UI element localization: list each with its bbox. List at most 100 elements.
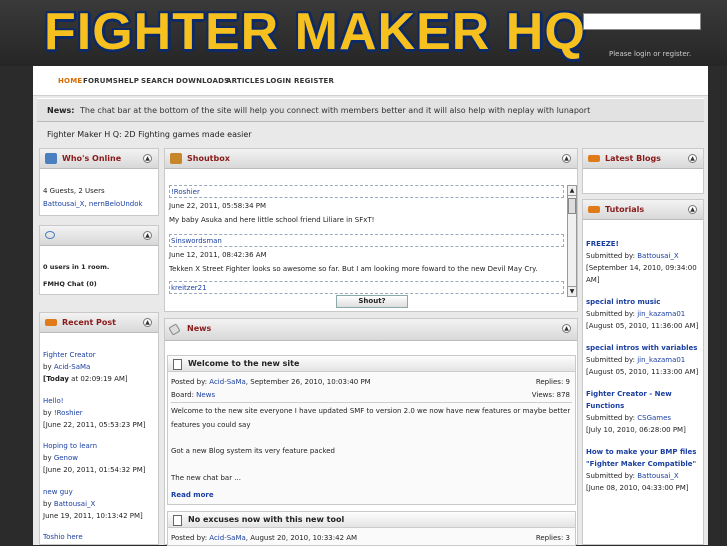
shoutbox-panel: Shoutbox ▲ !Roshier June 22, 2011, 05:58…	[164, 148, 578, 312]
recent-post-author[interactable]: Genow	[54, 454, 78, 462]
tutorial-date: [July 10, 2010, 06:28:00 PM]	[586, 426, 686, 434]
collapse-toggle-icon[interactable]: ▲	[562, 154, 571, 163]
collapse-toggle-icon[interactable]: ▲	[688, 205, 697, 214]
tutorial-link[interactable]: How to make your BMP files	[586, 448, 696, 456]
nav-home[interactable]: HOME	[58, 77, 82, 85]
tutorial-link[interactable]: special intros with variables	[586, 344, 697, 352]
nav-articles[interactable]: ARTICLES	[226, 77, 265, 85]
scroll-thumb[interactable]	[568, 198, 576, 214]
recent-post-link[interactable]: new guy	[43, 488, 73, 496]
news-panel: News ▲ Welcome to the new site Posted by…	[164, 318, 578, 546]
recent-post-title: Recent Post	[62, 318, 117, 327]
recent-post-date: [June 22, 2011, 05:53:23 PM]	[43, 421, 146, 429]
tutorial-link-cont[interactable]: Functions	[586, 402, 624, 410]
whos-online-panel: Who's Online ▲ 4 Guests, 2 Users Battous…	[39, 148, 159, 216]
tutorial-date: AM]	[586, 276, 600, 284]
shout-date: June 12, 2011, 08:42:36 AM	[169, 251, 267, 259]
read-more-link[interactable]: Read more	[171, 491, 214, 499]
document-icon	[173, 359, 182, 370]
recent-post-link[interactable]: Hoping to learn	[43, 442, 97, 450]
nav-help[interactable]: HELP	[118, 77, 139, 85]
shout-user[interactable]: Sinswordsman	[171, 237, 222, 245]
news-header: News ▲	[165, 319, 577, 341]
tutorials-header: Tutorials ▲	[583, 200, 703, 220]
shout-user-row: Sinswordsman	[169, 234, 564, 247]
tutorial-link[interactable]: FREEZE!	[586, 240, 619, 248]
tutorial-author[interactable]: Battousai_X	[637, 472, 678, 480]
scroll-up-icon[interactable]: ▲	[568, 186, 576, 196]
recent-post-header: Recent Post ▲	[40, 313, 158, 333]
recent-post-link[interactable]: Fighter Creator	[43, 351, 96, 359]
collapse-toggle-icon[interactable]: ▲	[143, 231, 152, 240]
recent-post-link[interactable]: Hello!	[43, 397, 64, 405]
news-post-title[interactable]: Welcome to the new site	[188, 359, 299, 368]
post-author[interactable]: Acid-SaMa	[209, 378, 246, 386]
post-author[interactable]: Acid-SaMa	[209, 534, 246, 542]
submitted-by-label: Submitted by:	[586, 356, 635, 364]
blog-icon	[588, 155, 600, 162]
nav-search[interactable]: SEARCH	[141, 77, 174, 85]
post-date: , September 26, 2010, 10:03:40 PM	[245, 378, 371, 386]
nav-downloads[interactable]: DOWNLOADS	[176, 77, 229, 85]
login-field[interactable]	[583, 13, 701, 30]
tutorial-author[interactable]: jin_kazama01	[637, 356, 685, 364]
chat-room-name[interactable]: FMHQ Chat (0)	[43, 280, 97, 288]
recent-post-author[interactable]: Acid-SaMa	[54, 363, 91, 371]
site-banner: FIGHTER MAKER HQ Please login or registe…	[0, 0, 727, 66]
page-content: HOME FORUMS HELP SEARCH DOWNLOADS ARTICL…	[33, 66, 708, 546]
tutorial-author[interactable]: Battousai_X	[637, 252, 678, 260]
tutorial-link-cont[interactable]: "Fighter Maker Compatible"	[586, 460, 696, 468]
recent-post-link[interactable]: Toshio here	[43, 533, 83, 541]
collapse-toggle-icon[interactable]: ▲	[143, 154, 152, 163]
recent-post-by: by	[43, 409, 52, 417]
tutorial-link[interactable]: Fighter Creator - New	[586, 390, 672, 398]
post-body-line: features you could say	[171, 421, 251, 429]
whos-online-title: Who's Online	[62, 154, 122, 163]
recent-post-author[interactable]: !Roshier	[54, 409, 83, 417]
online-users[interactable]: Battousai_X, nernBeloUndok	[43, 200, 143, 208]
tutorial-author[interactable]: jin_kazama01	[637, 310, 685, 318]
nav-login[interactable]: LOGIN	[266, 77, 291, 85]
collapse-toggle-icon[interactable]: ▲	[562, 324, 571, 333]
news-post: No excuses now with this new tool Posted…	[167, 511, 576, 546]
scroll-down-icon[interactable]: ▼	[568, 286, 576, 296]
chat-panel: ▲ 0 users in 1 room. FMHQ Chat (0)	[39, 225, 159, 295]
news-ticker: News: The chat bar at the bottom of the …	[37, 98, 704, 122]
news-post-title[interactable]: No excuses now with this new tool	[188, 515, 344, 524]
recent-post-panel: Recent Post ▲ Fighter Creator by Acid-Sa…	[39, 312, 159, 545]
news-text: The chat bar at the bottom of the site w…	[80, 106, 591, 115]
tutorial-author[interactable]: CSGames	[637, 414, 671, 422]
recent-post-by: by	[43, 363, 52, 371]
submitted-by-label: Submitted by:	[586, 472, 635, 480]
recent-post-date: at 02:09:19 AM]	[68, 375, 128, 383]
shoutbox-icon	[170, 153, 182, 164]
user-icon	[45, 153, 57, 164]
collapse-toggle-icon[interactable]: ▲	[143, 318, 152, 327]
recent-post-by: by	[43, 500, 52, 508]
shoutbox-title: Shoutbox	[187, 154, 230, 163]
shout-text: My baby Asuka and here little school fri…	[169, 216, 375, 224]
collapse-toggle-icon[interactable]: ▲	[688, 154, 697, 163]
shout-user-row: kreitzer21	[169, 281, 564, 294]
tutorial-date: [June 08, 2010, 04:33:00 PM]	[586, 484, 689, 492]
submitted-by-label: Submitted by:	[586, 252, 635, 260]
tutorial-link[interactable]: special intro music	[586, 298, 660, 306]
shout-button[interactable]: Shout?	[336, 295, 408, 308]
recent-post-icon	[45, 319, 57, 326]
tutorials-title: Tutorials	[605, 205, 645, 214]
site-logo-title[interactable]: FIGHTER MAKER HQ	[44, 4, 586, 60]
shout-user[interactable]: !Roshier	[171, 188, 200, 196]
shoutbox-scrollbar[interactable]: ▲ ▼	[567, 185, 577, 297]
recent-post-author[interactable]: Battousai_X	[54, 500, 95, 508]
news-post: Welcome to the new site Posted by: Acid-…	[167, 355, 576, 505]
whos-online-header: Who's Online ▲	[40, 149, 158, 169]
post-body-line: Got a new Blog system its very feature p…	[171, 447, 336, 455]
recent-post-date-today: [Today	[43, 375, 69, 383]
post-board[interactable]: News	[196, 391, 215, 399]
login-note[interactable]: Please login or register.	[609, 50, 691, 58]
news-post-header: Welcome to the new site	[168, 356, 575, 372]
tutorial-date: [September 14, 2010, 09:34:00	[586, 264, 697, 272]
shout-user[interactable]: kreitzer21	[171, 284, 207, 292]
nav-register[interactable]: REGISTER	[294, 77, 334, 85]
nav-forums[interactable]: FORUMS	[83, 77, 118, 85]
